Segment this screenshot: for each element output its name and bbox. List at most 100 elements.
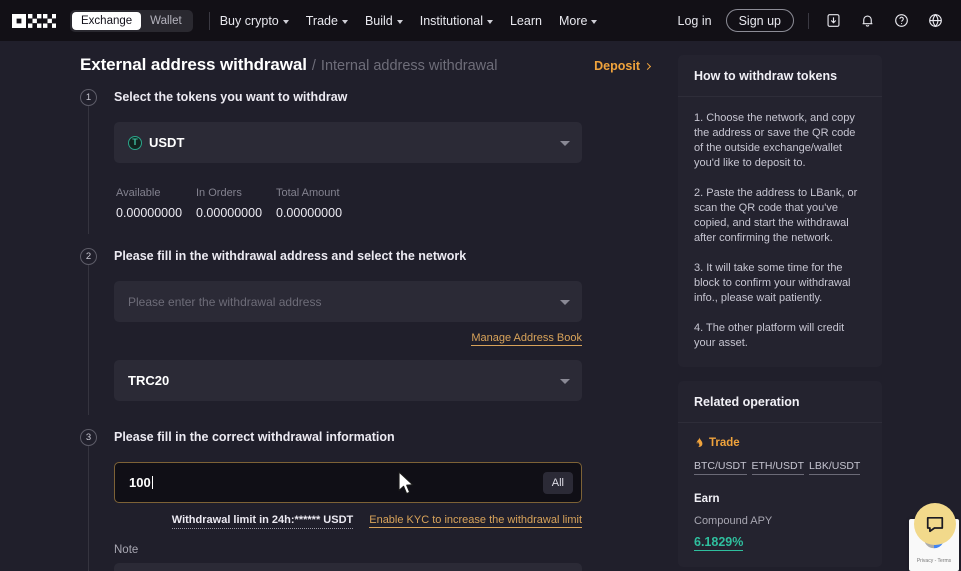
balance-available: Available 0.00000000 [116,187,196,220]
product-switcher: Exchange Wallet [70,9,193,32]
balance-value: 0.00000000 [116,206,183,220]
segment-exchange[interactable]: Exchange [72,11,142,30]
step-3: 3 Please fill in the correct withdrawal … [80,429,668,571]
internal-withdrawal-tab[interactable]: Internal address withdrawal [321,58,498,74]
note-input[interactable] [114,563,582,571]
nav-item-buy-crypto[interactable]: Buy crypto [220,14,289,28]
manage-address-row: Manage Address Book [114,332,582,346]
step-connector-line [88,106,89,234]
sidebar-column: How to withdraw tokens 1. Choose the net… [668,41,961,571]
nav-item-trade[interactable]: Trade [306,14,348,28]
chevron-down-icon [560,140,570,146]
step-3-number: 3 [80,429,97,446]
step-2: 2 Please fill in the withdrawal address … [80,248,668,415]
usdt-token-icon: T [128,135,142,150]
withdrawal-address-placeholder: Please enter the withdrawal address [128,294,322,309]
step-2-title: Please fill in the withdrawal address an… [114,249,467,263]
how-to-withdraw-heading: How to withdraw tokens [678,55,882,97]
amount-all-button[interactable]: All [542,471,573,494]
chevron-down-icon [560,378,570,384]
chat-bubble-icon[interactable] [914,503,956,545]
compound-apy-label: Compound APY [694,515,773,527]
nav-links: Buy crypto Trade Build Institutional Lea… [220,14,598,28]
balance-label: Available [116,187,161,199]
compound-apy-value[interactable]: 6.1829% [694,535,744,551]
step-1: 1 Select the tokens you want to withdraw… [80,89,668,234]
howto-step-3: 3. It will take some time for the block … [694,262,851,304]
chevron-down-icon [591,19,598,24]
top-navigation-bar: Exchange Wallet Buy crypto Trade Build I… [0,0,961,41]
help-circle-icon[interactable] [891,11,911,31]
nav-right-group: Log in Sign up [678,9,949,32]
trade-label: Trade [709,437,740,449]
download-icon[interactable] [823,11,843,31]
title-separator: / [311,58,316,74]
deposit-label: Deposit [594,59,640,73]
nav-item-institutional[interactable]: Institutional [420,14,493,28]
nav-label: Learn [509,13,542,28]
balance-total: Total Amount 0.00000000 [276,187,356,220]
trade-header: Trade [694,437,866,449]
balance-label: In Orders [196,187,242,199]
how-to-withdraw-panel: How to withdraw tokens 1. Choose the net… [678,55,882,367]
pair-btc-usdt[interactable]: BTC/USDT [694,460,747,475]
balance-value: 0.00000000 [276,206,343,220]
okx-logo[interactable] [12,13,56,28]
globe-icon[interactable] [925,11,945,31]
nav-divider [208,11,210,30]
text-cursor [151,476,153,489]
network-select[interactable]: TRC20 [114,360,582,401]
signup-button[interactable]: Sign up [725,9,794,32]
nav-item-learn[interactable]: Learn [510,14,542,28]
chevron-down-icon [486,19,493,24]
token-select[interactable]: T USDT [114,122,582,163]
enable-kyc-link[interactable]: Enable KYC to increase the withdrawal li… [369,514,582,528]
recaptcha-text: Privacy - Terms [916,558,952,564]
nav-divider-2 [808,12,809,29]
login-button[interactable]: Log in [678,14,712,28]
withdrawal-address-field[interactable]: Please enter the withdrawal address [114,281,582,322]
withdrawal-form-column: External address withdrawal / Internal a… [0,41,668,571]
fire-icon [696,437,703,447]
step-connector-line [88,446,89,571]
step-connector-line [88,265,89,415]
balance-in-orders: In Orders 0.00000000 [196,187,276,220]
deposit-link[interactable]: Deposit [594,59,652,73]
step-1-number: 1 [80,89,97,106]
pair-lbk-usdt[interactable]: LBK/USDT [809,460,861,475]
step-1-title: Select the tokens you want to withdraw [114,90,348,104]
related-operation-panel: Related operation Trade BTC/USDT ETH/USD… [678,381,882,567]
withdrawal-limit-text: Withdrawal limit in 24h:****** USDT [171,514,354,529]
chevron-down-icon [341,19,348,24]
chevron-down-icon [282,19,289,24]
bell-icon[interactable] [857,11,877,31]
related-operation-heading: Related operation [678,381,882,423]
amount-input[interactable]: 100 [114,462,582,503]
nav-item-more[interactable]: More [558,13,598,28]
amount-field-wrapper: 100 All [114,462,582,503]
related-operation-body: Trade BTC/USDT ETH/USDT LBK/USDT Earn Co… [678,423,882,567]
howto-step-4: 4. The other platform will credit your a… [694,322,845,349]
pair-eth-usdt[interactable]: ETH/USDT [751,460,804,475]
token-select-value: USDT [149,135,185,150]
balance-summary: Available 0.00000000 In Orders 0.0000000… [116,187,668,220]
withdrawal-limit-row: Withdrawal limit in 24h:****** USDT Enab… [114,514,582,529]
step-2-number: 2 [80,248,97,265]
nav-label: Institutional [419,13,483,28]
balance-label: Total Amount [276,187,340,199]
trade-pairs: BTC/USDT ETH/USDT LBK/USDT [694,460,866,475]
step-3-title: Please fill in the correct withdrawal in… [114,430,395,444]
nav-label: Trade [305,13,338,28]
chevron-right-icon [643,62,652,70]
page-title: External address withdrawal [80,55,307,74]
nav-label: More [558,13,588,28]
earn-heading: Earn [694,493,720,505]
chevron-down-icon [396,19,403,24]
nav-item-build[interactable]: Build [365,14,403,28]
segment-wallet[interactable]: Wallet [141,12,191,30]
page-title-row: External address withdrawal / Internal a… [80,41,668,81]
note-label: Note [114,544,139,556]
nav-label: Buy crypto [219,13,279,28]
howto-step-2: 2. Paste the address to LBank, or scan t… [694,187,858,244]
manage-address-book-link[interactable]: Manage Address Book [471,332,582,346]
